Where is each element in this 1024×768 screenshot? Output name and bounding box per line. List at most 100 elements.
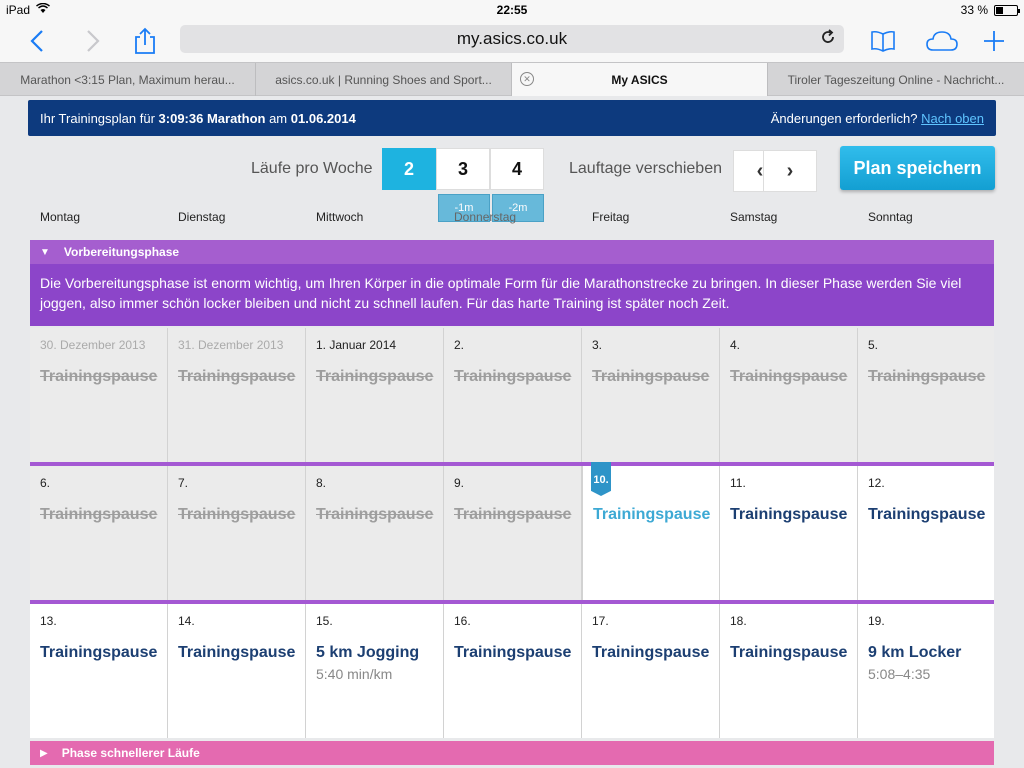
day-date: 12. — [868, 476, 885, 490]
chevron-right-icon: › — [786, 159, 794, 182]
day-workout: Trainingspause — [40, 368, 158, 385]
battery-icon — [994, 4, 1020, 16]
phase-title: Vorbereitungsphase — [63, 245, 180, 259]
today-marker: 10. — [591, 462, 611, 496]
reload-icon[interactable] — [820, 29, 836, 50]
day-workout: Trainingspause — [592, 368, 710, 385]
day-date: 17. — [592, 614, 609, 628]
day-date: 7. — [178, 476, 189, 490]
forward-icon[interactable] — [78, 24, 108, 58]
tab-asics-shop[interactable]: asics.co.uk | Running Shoes and Sport... — [256, 63, 512, 96]
day-workout: Trainingspause — [730, 368, 848, 385]
tab-tiroler-tageszeitung[interactable]: Tiroler Tageszeitung Online - Nachricht.… — [768, 63, 1024, 96]
runs-per-week-label: Läufe pro Woche — [251, 160, 373, 177]
calendar-day[interactable]: 9. Trainingspause — [444, 466, 582, 600]
banner-change-text: Änderungen erforderlich? — [770, 110, 918, 126]
calendar-day[interactable]: 15. 5 km Jogging 5:40 min/km — [306, 604, 444, 738]
day-pace: 5:40 min/km — [316, 666, 393, 682]
tab-my-asics[interactable]: ✕ My ASICS — [512, 63, 768, 96]
phase-header-faster-runs[interactable]: ▶ Phase schnellerer Läufe — [30, 741, 994, 765]
training-calendar: ▼ Vorbereitungsphase Die Vorbereitungsph… — [28, 236, 996, 768]
weekday-header: Montag Dienstag Mittwoch Donnerstag Frei… — [0, 206, 1024, 230]
day-workout: Trainingspause — [454, 368, 572, 385]
banner-goal-time: 3:09:36 Marathon — [158, 110, 266, 126]
day-workout: Trainingspause — [868, 506, 986, 523]
plan-banner: Ihr Trainingsplan für 3:09:36 Marathon a… — [28, 100, 996, 136]
day-date: 15. — [316, 614, 333, 628]
banner-change: Änderungen erforderlich? Nach oben — [771, 111, 984, 126]
day-workout: Trainingspause — [178, 644, 296, 661]
calendar-day[interactable]: 5. Trainingspause — [858, 328, 994, 462]
tab-marathon-plan[interactable]: Marathon <3:15 Plan, Maximum herau... — [0, 63, 256, 96]
new-tab-icon[interactable] — [980, 24, 1008, 58]
save-plan-button[interactable]: Plan speichern — [840, 146, 995, 190]
tab-bar: Marathon <3:15 Plan, Maximum herau... as… — [0, 62, 1024, 96]
day-date: 11. — [730, 476, 746, 490]
today-date: 10. — [593, 474, 609, 486]
calendar-day[interactable]: 14. Trainingspause — [168, 604, 306, 738]
weekday-label: Mittwoch — [316, 210, 364, 224]
day-workout: Trainingspause — [454, 506, 572, 523]
day-workout: Trainingspause — [593, 506, 711, 523]
back-to-top-link[interactable]: Nach oben — [921, 111, 984, 126]
weekday-label: Freitag — [592, 210, 630, 224]
day-workout: Trainingspause — [592, 644, 710, 661]
icloud-tabs-icon[interactable] — [922, 24, 962, 58]
calendar-day[interactable]: 30. Dezember 2013 Trainingspause — [30, 328, 168, 462]
calendar-day[interactable]: 6. Trainingspause — [30, 466, 168, 600]
calendar-day[interactable]: 16. Trainingspause — [444, 604, 582, 738]
calendar-day[interactable]: 11. Trainingspause — [720, 466, 858, 600]
runs-3-button[interactable]: 3 — [436, 148, 490, 190]
day-date: 5. — [868, 338, 879, 352]
bookmarks-icon[interactable] — [868, 24, 898, 58]
day-workout: Trainingspause — [730, 506, 848, 523]
banner-race-date: 01.06.2014 — [290, 110, 356, 126]
plan-controls: Läufe pro Woche 2 3 4 -1m -2m Lauftage v… — [0, 146, 1024, 222]
back-icon[interactable] — [22, 24, 52, 58]
calendar-day[interactable]: 8. Trainingspause — [306, 466, 444, 600]
day-date: 2. — [454, 338, 465, 352]
day-date: 18. — [730, 614, 747, 628]
weekday-label: Donnerstag — [454, 210, 517, 224]
url-bar[interactable]: my.asics.co.uk — [180, 25, 844, 53]
day-workout: Trainingspause — [40, 506, 158, 523]
day-date: 8. — [316, 476, 327, 490]
runs-2-button[interactable]: 2 — [382, 148, 436, 190]
day-date: 30. Dezember 2013 — [40, 338, 146, 352]
calendar-day[interactable]: 1. Januar 2014 Trainingspause — [306, 328, 444, 462]
calendar-day[interactable]: 4. Trainingspause — [720, 328, 858, 462]
browser-toolbar: my.asics.co.uk — [0, 20, 1024, 62]
day-date: 14. — [178, 614, 195, 628]
phase-description: Die Vorbereitungsphase ist enorm wichtig… — [30, 264, 994, 326]
share-icon[interactable] — [130, 24, 160, 58]
day-date: 4. — [730, 338, 741, 352]
calendar-day[interactable]: 12. Trainingspause — [858, 466, 994, 600]
calendar-day[interactable]: 7. Trainingspause — [168, 466, 306, 600]
shift-right-button[interactable]: › — [763, 150, 817, 192]
close-tab-icon[interactable]: ✕ — [520, 72, 534, 86]
day-workout: Trainingspause — [868, 368, 986, 385]
calendar-day[interactable]: 19. 9 km Locker 5:08–4:35 — [858, 604, 994, 738]
url-text: my.asics.co.uk — [456, 29, 568, 48]
calendar-day[interactable]: 2. Trainingspause — [444, 328, 582, 462]
week-row: 30. Dezember 2013 Trainingspause 31. Deze… — [30, 328, 994, 462]
calendar-day[interactable]: 31. Dezember 2013 Trainingspause — [168, 328, 306, 462]
day-date: 1. Januar 2014 — [316, 338, 397, 352]
status-bar: iPad 22:55 33 % — [0, 0, 1024, 20]
runs-4-button[interactable]: 4 — [490, 148, 544, 190]
weekday-label: Montag — [40, 210, 81, 224]
calendar-day[interactable]: 3. Trainingspause — [582, 328, 720, 462]
day-date: 13. — [40, 614, 57, 628]
calendar-day[interactable]: 18. Trainingspause — [720, 604, 858, 738]
banner-prefix: Ihr Trainingsplan für — [40, 110, 155, 126]
weekday-label: Sonntag — [868, 210, 913, 224]
day-date: 16. — [454, 614, 471, 628]
expand-triangle-icon: ▶ — [40, 747, 48, 759]
calendar-day[interactable]: 17. Trainingspause — [582, 604, 720, 738]
calendar-day[interactable]: 13. Trainingspause — [30, 604, 168, 738]
tab-my-asics-label: My ASICS — [611, 72, 668, 87]
phase-header-preparation[interactable]: ▼ Vorbereitungsphase — [30, 240, 994, 264]
week-row: 6. Trainingspause 7. Trainingspause 8. Trai… — [30, 462, 994, 600]
calendar-day-today[interactable]: 10. Trainingspause — [582, 462, 720, 600]
weekday-label: Dienstag — [178, 210, 226, 224]
